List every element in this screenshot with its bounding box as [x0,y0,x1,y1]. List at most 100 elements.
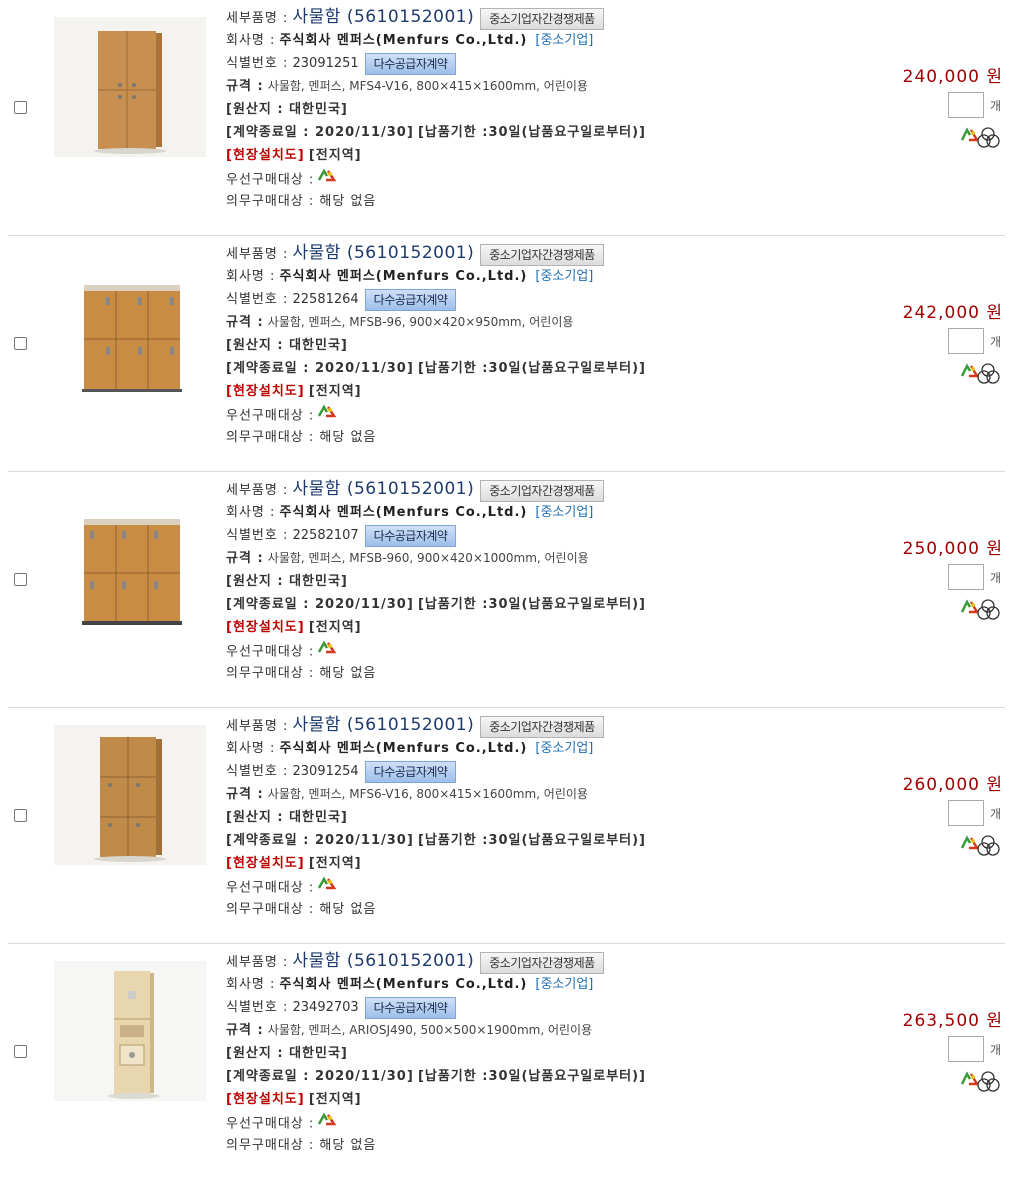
price: 250,000 원 [902,539,1003,559]
contract-badge: 다수공급자계약 [364,288,457,311]
product-image[interactable] [54,253,206,393]
product-image[interactable] [54,725,206,865]
company-name: 주식회사 멘퍼스(Menfurs Co.,Ltd.) [279,741,528,756]
company-size-tag: [중소기업] [535,977,594,992]
install-tag: [현장설치도] [226,384,305,399]
quantity-input[interactable] [948,92,984,118]
product-info: 세부품명 : 사물함 (5610152001) 중소기업자간경쟁제품 회사명 : … [226,713,826,921]
priority-purchase-label: 우선구매대상 : [226,1116,315,1132]
select-checkbox[interactable] [14,573,27,586]
recycle-icon [960,127,980,142]
cert-icons [960,832,1006,856]
cert-icons [960,360,1006,384]
id-label: 식별번호 : [226,56,289,71]
delivery-text: [납품기한 :30일(납품요구일로부터)] [417,597,646,612]
product-name-link[interactable]: 사물함 (5610152001) [293,715,475,735]
origin-text: [원산지 : 대한민국] [226,810,348,825]
item-name-label: 세부품명 : [226,719,289,734]
id-number: 23091251 [292,56,359,71]
product-row: 세부품명 : 사물함 (5610152001) 중소기업자간경쟁제품 회사명 : … [8,708,1005,944]
select-checkbox[interactable] [14,101,27,114]
mandatory-purchase-text: 의무구매대상 : 해당 없음 [226,1138,377,1153]
company-label: 회사명 : [226,33,276,48]
price: 240,000 원 [902,67,1003,87]
select-checkbox[interactable] [14,337,27,350]
spec-text: 사물함, 멘퍼스, MFSB-960, 900×420×1000mm, 어린이용 [267,551,589,565]
delivery-text: [납품기한 :30일(납품요구일로부터)] [417,833,646,848]
item-name-label: 세부품명 : [226,11,289,26]
product-row: 세부품명 : 사물함 (5610152001) 중소기업자간경쟁제품 회사명 : … [8,0,1005,236]
quantity-input[interactable] [948,328,984,354]
certification-icon [977,835,1000,856]
spec-text: 사물함, 멘퍼스, ARIOSJ490, 500×500×1900mm, 어린이… [267,1023,593,1037]
product-list: 세부품명 : 사물함 (5610152001) 중소기업자간경쟁제품 회사명 : … [0,0,1015,1180]
quantity-input[interactable] [948,1036,984,1062]
certification-icon [977,599,1000,620]
priority-purchase-label: 우선구매대상 : [226,172,315,188]
recycle-icon [960,599,980,614]
install-tag: [현장설치도] [226,856,305,871]
price: 263,500 원 [902,1011,1003,1031]
mandatory-purchase-text: 의무구매대상 : 해당 없음 [226,902,377,917]
origin-text: [원산지 : 대한민국] [226,574,348,589]
company-name: 주식회사 멘퍼스(Menfurs Co.,Ltd.) [279,269,528,284]
mandatory-purchase-text: 의무구매대상 : 해당 없음 [226,194,377,209]
contract-end-text: [계약종료일 : 2020/11/30] [226,1069,414,1084]
select-checkbox[interactable] [14,1045,27,1058]
certification-icon [977,363,1000,384]
quantity-input[interactable] [948,800,984,826]
spec-text: 사물함, 멘퍼스, MFS6-V16, 800×415×1600mm, 어린이용 [267,787,588,801]
cert-icons [960,596,1006,620]
priority-purchase-label: 우선구매대상 : [226,408,315,424]
quantity-unit: 개 [990,1043,1002,1057]
competitive-product-badge: 중소기업자간경쟁제품 [480,243,604,266]
quantity-input[interactable] [948,564,984,590]
item-name-label: 세부품명 : [226,247,289,262]
product-name-link[interactable]: 사물함 (5610152001) [293,951,475,971]
product-image[interactable] [54,961,206,1101]
certification-icon [977,127,1000,148]
competitive-product-badge: 중소기업자간경쟁제품 [480,951,604,974]
price: 242,000 원 [902,303,1003,323]
contract-end-text: [계약종료일 : 2020/11/30] [226,597,414,612]
company-size-tag: [중소기업] [535,741,594,756]
company-name: 주식회사 멘퍼스(Menfurs Co.,Ltd.) [279,505,528,520]
spec-label: 규격 : [226,315,264,330]
spec-text: 사물함, 멘퍼스, MFS4-V16, 800×415×1600mm, 어린이용 [267,79,588,93]
delivery-text: [납품기한 :30일(납품요구일로부터)] [417,361,646,376]
mandatory-purchase-text: 의무구매대상 : 해당 없음 [226,666,377,681]
competitive-product-badge: 중소기업자간경쟁제품 [480,479,604,502]
origin-text: [원산지 : 대한민국] [226,102,348,117]
quantity-unit: 개 [990,99,1002,113]
select-checkbox[interactable] [14,809,27,822]
company-name: 주식회사 멘퍼스(Menfurs Co.,Ltd.) [279,33,528,48]
product-name-link[interactable]: 사물함 (5610152001) [293,7,475,27]
id-number: 23091254 [292,764,359,779]
region-text: [전지역] [308,384,362,399]
region-text: [전지역] [308,856,362,871]
id-label: 식별번호 : [226,764,289,779]
spec-text: 사물함, 멘퍼스, MFSB-96, 900×420×950mm, 어린이용 [267,315,574,329]
product-name-link[interactable]: 사물함 (5610152001) [293,243,475,263]
id-label: 식별번호 : [226,528,289,543]
product-info: 세부품명 : 사물함 (5610152001) 중소기업자간경쟁제품 회사명 : … [226,241,826,449]
spec-label: 규격 : [226,79,264,94]
product-name-link[interactable]: 사물함 (5610152001) [293,479,475,499]
contract-badge: 다수공급자계약 [364,760,457,783]
id-label: 식별번호 : [226,292,289,307]
recycle-icon [960,835,980,850]
install-tag: [현장설치도] [226,1092,305,1107]
id-label: 식별번호 : [226,1000,289,1015]
product-info: 세부품명 : 사물함 (5610152001) 중소기업자간경쟁제품 회사명 : … [226,5,826,213]
product-info: 세부품명 : 사물함 (5610152001) 중소기업자간경쟁제품 회사명 : … [226,949,826,1157]
product-row: 세부품명 : 사물함 (5610152001) 중소기업자간경쟁제품 회사명 : … [8,944,1005,1180]
cert-icons [960,1068,1006,1092]
product-image[interactable] [54,17,206,157]
quantity-unit: 개 [990,571,1002,585]
product-image[interactable] [54,489,206,629]
company-size-tag: [중소기업] [535,33,594,48]
contract-badge: 다수공급자계약 [364,524,457,547]
competitive-product-badge: 중소기업자간경쟁제품 [480,715,604,738]
origin-text: [원산지 : 대한민국] [226,338,348,353]
competitive-product-badge: 중소기업자간경쟁제품 [480,7,604,30]
